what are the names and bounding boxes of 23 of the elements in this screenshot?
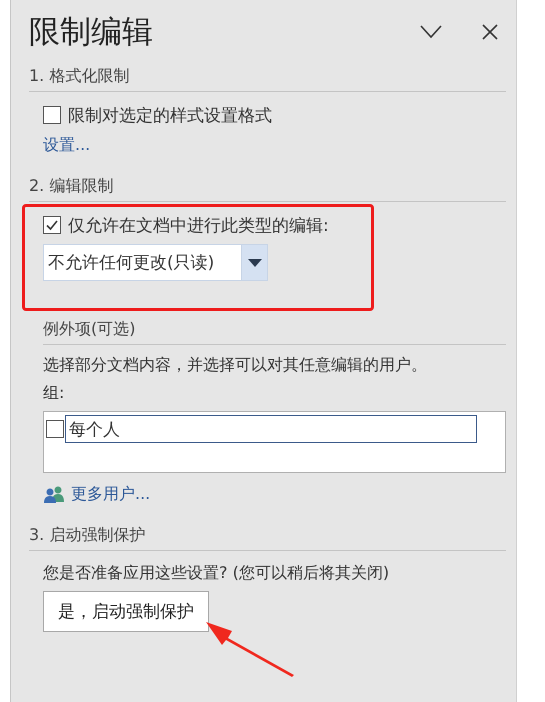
checkbox-label: 限制对选定的样式设置格式 — [68, 104, 272, 126]
subsection-heading: 例外项(可选) — [43, 309, 506, 345]
group-entry[interactable]: 每个人 — [65, 415, 477, 443]
group-list[interactable]: 每个人 — [43, 411, 506, 473]
enforce-protection-button[interactable]: 是，启动强制保护 — [43, 591, 209, 632]
dropdown-value: 不允许任何更改(只读) — [47, 252, 216, 275]
label-text: 组: — [43, 382, 66, 404]
close-icon[interactable] — [482, 24, 498, 40]
label-text: 选择部分文档内容，并选择可以对其任意编辑的用户。 — [43, 354, 428, 376]
more-users-link[interactable]: 更多用户... — [71, 484, 150, 504]
checkbox[interactable] — [43, 106, 61, 124]
settings-link[interactable]: 设置... — [43, 134, 90, 156]
dropdown[interactable]: 不允许任何更改(只读) — [43, 244, 268, 281]
checkbox[interactable] — [43, 216, 61, 234]
checkbox[interactable] — [46, 420, 64, 438]
label-text: 您是否准备应用这些设置? (您可以稍后将其关闭) — [43, 562, 390, 584]
section-heading: 1. 格式化限制 — [29, 60, 506, 92]
section-heading: 2. 编辑限制 — [29, 170, 506, 202]
section-heading: 3. 启动强制保护 — [29, 519, 506, 551]
checkbox-label: 仅允许在文档中进行此类型的编辑: — [68, 214, 329, 236]
users-icon[interactable] — [43, 485, 65, 503]
chevron-down-icon[interactable] — [420, 25, 442, 39]
panel-title: 限制编辑 — [29, 13, 153, 52]
